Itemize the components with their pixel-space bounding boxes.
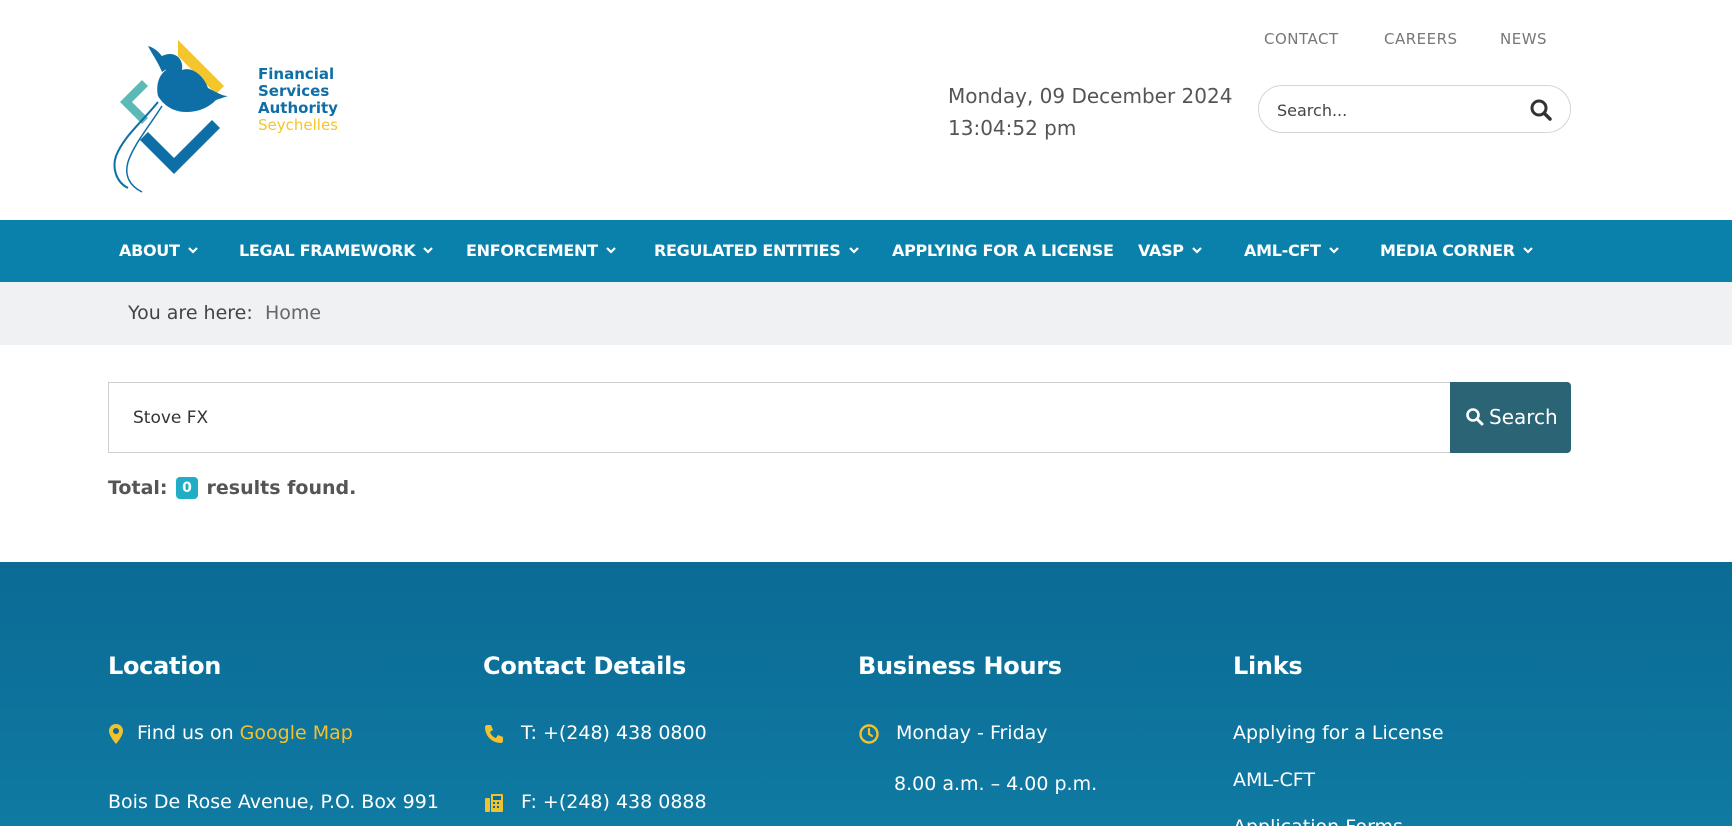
map-pin-icon xyxy=(109,724,123,744)
results-total-prefix: Total: xyxy=(108,477,168,499)
footer-contact-title: Contact Details xyxy=(483,652,687,680)
top-link-contact[interactable]: CONTACT xyxy=(1264,30,1339,48)
header-search xyxy=(1258,85,1571,133)
current-datetime: Monday, 09 December 2024 13:04:52 pm xyxy=(948,80,1232,144)
search-icon[interactable] xyxy=(1529,98,1553,122)
hours-time: 8.00 a.m. – 4.00 p.m. xyxy=(894,773,1098,795)
fax-row: F: +(248) 438 0888 xyxy=(483,791,707,813)
hours-days-row: Monday - Friday xyxy=(858,722,1048,744)
nav-item-label: APPLYING FOR A LICENSE xyxy=(892,241,1114,260)
phone-icon xyxy=(485,725,503,743)
current-date: Monday, 09 December 2024 xyxy=(948,84,1233,108)
nav-item-regulated-entities[interactable]: REGULATED ENTITIES xyxy=(654,220,860,282)
find-us-text: Find us on xyxy=(137,722,234,744)
logo-line: Authority xyxy=(258,99,338,117)
logo-emblem-icon xyxy=(113,40,228,193)
footer-link-applying-license[interactable]: Applying for a License xyxy=(1233,722,1444,744)
search-icon xyxy=(1466,408,1484,426)
hours-days: Monday - Friday xyxy=(896,722,1048,744)
nav-item-vasp[interactable]: VASP xyxy=(1138,220,1203,282)
breadcrumb: You are here: Home xyxy=(0,282,1732,345)
nav-item-label: VASP xyxy=(1138,241,1184,260)
nav-item-label: ABOUT xyxy=(119,241,180,260)
search-button[interactable]: Search xyxy=(1450,382,1571,453)
results-count-badge: 0 xyxy=(176,477,198,499)
nav-item-aml-cft[interactable]: AML-CFT xyxy=(1244,220,1340,282)
chevron-down-icon xyxy=(1328,246,1339,254)
site-header: Financial Services Authority Seychelles … xyxy=(0,0,1732,220)
top-link-news[interactable]: NEWS xyxy=(1500,30,1547,48)
header-search-input[interactable] xyxy=(1277,98,1517,122)
find-us-row: Find us on Google Map xyxy=(108,722,353,744)
fax-icon xyxy=(485,794,503,812)
nav-item-about[interactable]: ABOUT xyxy=(119,220,199,282)
nav-item-media-corner[interactable]: MEDIA CORNER xyxy=(1380,220,1534,282)
search-box xyxy=(108,382,1451,453)
site-footer: Location Find us on Google Map Bois De R… xyxy=(0,562,1732,826)
logo-line: Seychelles xyxy=(258,116,338,134)
nav-item-enforcement[interactable]: ENFORCEMENT xyxy=(466,220,617,282)
google-map-link[interactable]: Google Map xyxy=(240,722,353,744)
chevron-down-icon xyxy=(848,246,859,254)
footer-hours-title: Business Hours xyxy=(858,652,1062,680)
main-nav: ABOUT LEGAL FRAMEWORK ENFORCEMENT REGULA… xyxy=(0,220,1732,282)
chevron-down-icon xyxy=(605,246,616,254)
nav-item-legal-framework[interactable]: LEGAL FRAMEWORK xyxy=(239,220,434,282)
fax-number: F: +(248) 438 0888 xyxy=(521,791,707,813)
logo-text: Financial Services Authority Seychelles xyxy=(258,66,338,134)
current-time: 13:04:52 pm xyxy=(948,116,1077,140)
phone-number: T: +(248) 438 0800 xyxy=(521,722,707,744)
breadcrumb-home-link[interactable]: Home xyxy=(265,302,321,324)
clock-icon xyxy=(859,724,879,744)
phone-row: T: +(248) 438 0800 xyxy=(483,722,707,744)
chevron-down-icon xyxy=(187,246,198,254)
footer-link-aml-cft[interactable]: AML-CFT xyxy=(1233,769,1315,791)
nav-item-label: ENFORCEMENT xyxy=(466,241,598,260)
nav-item-label: REGULATED ENTITIES xyxy=(654,241,841,260)
logo-line: Financial xyxy=(258,65,335,83)
nav-item-label: LEGAL FRAMEWORK xyxy=(239,241,416,260)
search-button-label: Search xyxy=(1489,405,1558,429)
results-total: Total: 0 results found. xyxy=(108,477,356,499)
logo-line: Services xyxy=(258,82,330,100)
address-text: Bois De Rose Avenue, P.O. Box 991 xyxy=(108,791,439,813)
chevron-down-icon xyxy=(1191,246,1202,254)
results-total-suffix: results found. xyxy=(206,477,357,499)
nav-item-applying-license[interactable]: APPLYING FOR A LICENSE xyxy=(892,220,1114,282)
chevron-down-icon xyxy=(423,246,434,254)
breadcrumb-label: You are here: xyxy=(128,302,253,324)
nav-item-label: AML-CFT xyxy=(1244,241,1321,260)
chevron-down-icon xyxy=(1522,246,1533,254)
nav-item-label: MEDIA CORNER xyxy=(1380,241,1515,260)
top-link-careers[interactable]: CAREERS xyxy=(1384,30,1458,48)
footer-links-title: Links xyxy=(1233,652,1303,680)
search-input[interactable] xyxy=(133,405,1333,431)
fsa-logo[interactable]: Financial Services Authority Seychelles xyxy=(112,36,352,198)
footer-link-application-forms[interactable]: Application Forms xyxy=(1233,816,1403,826)
footer-location-title: Location xyxy=(108,652,222,680)
